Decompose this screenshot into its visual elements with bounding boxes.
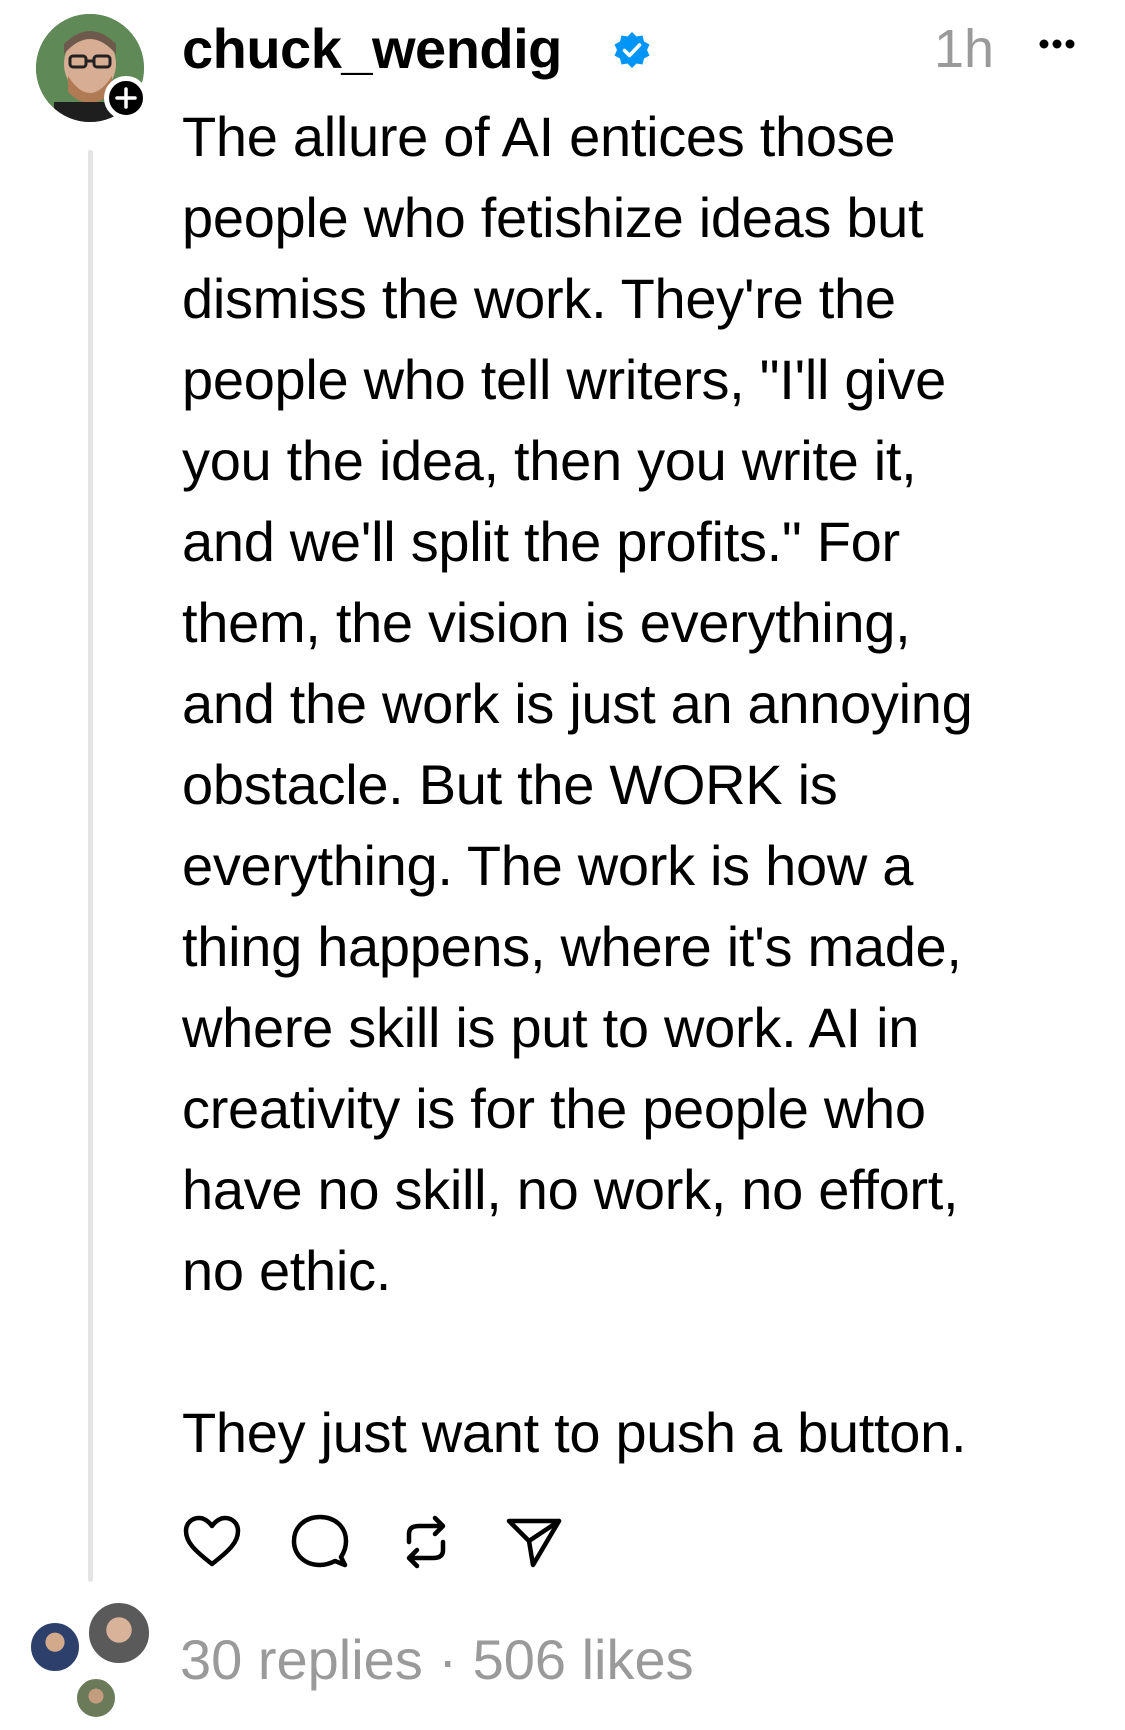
plus-icon bbox=[115, 87, 137, 109]
repost-icon bbox=[406, 1515, 446, 1569]
send-icon bbox=[506, 1518, 562, 1568]
post-actions bbox=[180, 1510, 580, 1580]
post-body: The allure of AI entices those people wh… bbox=[182, 105, 973, 1464]
like-button[interactable] bbox=[180, 1510, 244, 1574]
replier-avatar bbox=[74, 1676, 118, 1720]
reply-button[interactable] bbox=[288, 1510, 352, 1574]
share-button[interactable] bbox=[502, 1510, 566, 1574]
post-timestamp: 1h bbox=[934, 19, 995, 79]
more-horizontal-icon[interactable] bbox=[1032, 22, 1082, 62]
thread-line bbox=[88, 150, 93, 1582]
comment-icon bbox=[291, 1514, 349, 1568]
post-header: chuck_wendig 1h bbox=[182, 8, 1082, 88]
post-stats[interactable]: 30 replies · 506 likes bbox=[180, 1620, 694, 1700]
thread-post: chuck_wendig 1h The allure of AI entices… bbox=[0, 0, 1125, 1730]
replier-avatar bbox=[86, 1600, 152, 1666]
username[interactable]: chuck_wendig bbox=[182, 14, 562, 84]
heart-icon bbox=[183, 1515, 241, 1567]
repost-button[interactable] bbox=[394, 1510, 458, 1574]
verified-badge-icon bbox=[614, 32, 650, 68]
replier-avatar bbox=[28, 1620, 82, 1674]
follow-plus-button[interactable] bbox=[104, 76, 148, 120]
